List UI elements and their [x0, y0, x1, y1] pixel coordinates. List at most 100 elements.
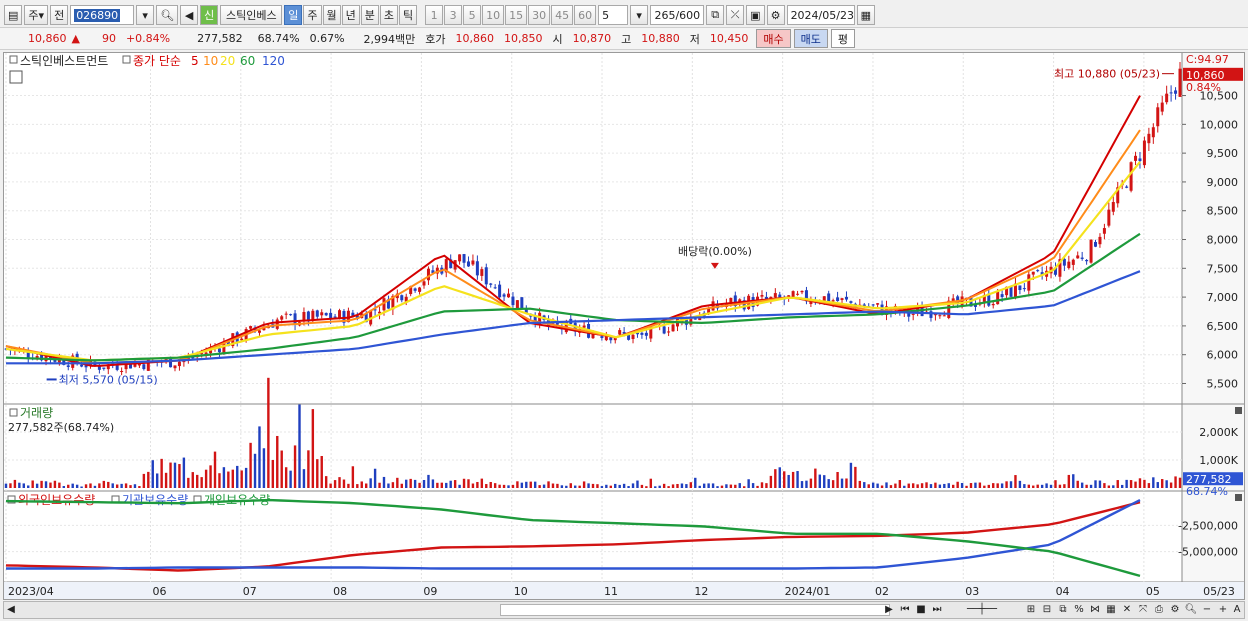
- candle-body: [493, 287, 497, 289]
- calendar-icon[interactable]: ▦: [856, 5, 875, 25]
- volume-bar: [969, 483, 973, 488]
- volume-bar: [129, 485, 132, 488]
- scroll-thumb[interactable]: [500, 604, 890, 616]
- volume-bar: [436, 482, 439, 488]
- x-axis-label: 02: [875, 585, 889, 598]
- volume-bar: [1098, 480, 1102, 488]
- count-dropdown-icon[interactable]: ▾: [630, 5, 649, 25]
- interval-button[interactable]: 60: [574, 5, 597, 25]
- volume-bar: [160, 458, 163, 488]
- candle-body: [631, 334, 635, 340]
- copy-icon[interactable]: ⧉: [1056, 603, 1070, 617]
- candle-body: [329, 312, 333, 319]
- split-h-icon[interactable]: ⋈: [1088, 603, 1102, 617]
- volume-value: 277,582: [197, 32, 243, 45]
- volume-bar: [1023, 484, 1026, 488]
- period-tab[interactable]: 월: [322, 5, 341, 25]
- range-field[interactable]: 265/600: [650, 5, 705, 25]
- prev-button[interactable]: 전: [50, 5, 69, 25]
- market-select[interactable]: 주 ▾: [24, 5, 49, 25]
- period-tab[interactable]: 년: [341, 5, 360, 25]
- draw-tool-icon[interactable]: ⤫: [726, 5, 745, 25]
- buy-button[interactable]: 매수: [756, 29, 791, 48]
- stock-code-input[interactable]: 026890: [70, 5, 135, 25]
- period-tab[interactable]: 틱: [399, 5, 418, 25]
- code-dropdown-icon[interactable]: ▾: [136, 5, 155, 25]
- volume-bar: [80, 486, 83, 488]
- save-icon[interactable]: ▣: [746, 5, 765, 25]
- sell-button[interactable]: 매도: [793, 29, 828, 48]
- grid-icon[interactable]: ▦: [1104, 603, 1118, 617]
- scroll-track[interactable]: [18, 604, 890, 616]
- interval-button[interactable]: 15: [505, 5, 528, 25]
- volume-bar: [996, 483, 999, 488]
- zoom-in-icon[interactable]: +: [1216, 603, 1230, 617]
- x-axis-label: 09: [423, 585, 437, 598]
- count-select[interactable]: 5: [598, 5, 629, 25]
- interval-button[interactable]: 10: [482, 5, 505, 25]
- period-tab[interactable]: 초: [379, 5, 399, 25]
- volume-bar: [920, 483, 924, 488]
- price-ratio-label: C:94.97: [1186, 53, 1229, 66]
- font-size-icon[interactable]: A: [1230, 603, 1244, 617]
- candle-settings-icon[interactable]: ⧉: [706, 5, 725, 25]
- candle-body: [475, 261, 479, 276]
- chart-type-icon[interactable]: ▤: [4, 5, 23, 25]
- volume-bar: [938, 484, 942, 488]
- sync-icon[interactable]: ⤧: [1136, 603, 1150, 617]
- print-icon[interactable]: ⎙: [1152, 603, 1166, 617]
- price-tick-label: 6,000: [1207, 349, 1239, 362]
- volume-bar: [209, 465, 212, 488]
- volume-bar: [422, 480, 426, 488]
- interval-button[interactable]: 1: [425, 5, 444, 25]
- candle-body: [320, 312, 324, 316]
- candle-body: [1094, 241, 1098, 247]
- volume-bar: [1009, 481, 1013, 488]
- zoom-icon[interactable]: 🔍︎: [1184, 603, 1198, 617]
- interval-button[interactable]: 45: [551, 5, 574, 25]
- last-volume-pct-label: 68.74%: [1186, 485, 1228, 498]
- percent-icon[interactable]: %: [1072, 603, 1086, 617]
- zoom-slider[interactable]: ──┼──: [952, 603, 1012, 617]
- candle-body: [142, 364, 146, 370]
- average-button[interactable]: 평: [830, 29, 856, 48]
- interval-button[interactable]: 3: [444, 5, 463, 25]
- gear-icon[interactable]: ⚙: [766, 5, 785, 25]
- split-icon[interactable]: ⊟: [1040, 603, 1054, 617]
- volume-bar: [289, 470, 292, 488]
- candle-body: [80, 364, 84, 367]
- settings-icon[interactable]: ⚙: [1168, 603, 1182, 617]
- scroll-right-icon[interactable]: ▶: [882, 603, 896, 617]
- volume-bar: [827, 479, 830, 488]
- candle-body: [1111, 202, 1115, 212]
- last-page-icon[interactable]: ⏭: [930, 603, 944, 617]
- scroll-left-icon[interactable]: ◀: [4, 603, 18, 617]
- candle-body: [480, 269, 484, 276]
- period-tab[interactable]: 주: [303, 5, 322, 25]
- search-icon[interactable]: 🔍︎: [156, 5, 179, 25]
- cross-icon[interactable]: ✕: [1120, 603, 1134, 617]
- candle-body: [293, 313, 297, 325]
- period-tab[interactable]: 일: [284, 5, 303, 25]
- layout-icon[interactable]: ⊞: [1024, 603, 1038, 617]
- chart-canvas[interactable]: 2023/04 06 07 08 09 10 11 12 2024/01 02 03 04 05 05/2…: [4, 53, 1244, 599]
- candle-body: [249, 326, 253, 329]
- period-tab[interactable]: 분: [360, 5, 379, 25]
- x-axis-label: 10: [514, 585, 528, 598]
- stop-icon[interactable]: ■: [914, 603, 928, 617]
- zoom-out-icon[interactable]: −: [1200, 603, 1214, 617]
- price-tick-label: 8,500: [1207, 205, 1239, 218]
- volume-bar: [1169, 482, 1173, 488]
- volume-bar: [391, 482, 395, 488]
- candle-body: [1138, 158, 1142, 161]
- date-field[interactable]: 2024/05/23: [786, 5, 855, 25]
- candle-body: [1080, 257, 1084, 259]
- interval-button[interactable]: 5: [463, 5, 482, 25]
- candle-body: [1098, 236, 1102, 245]
- interval-button[interactable]: 30: [528, 5, 551, 25]
- holdings-tick-label: -2,500,000: [1178, 519, 1238, 532]
- volume-tick-label: 2,000K: [1199, 426, 1238, 439]
- volume-bar: [485, 484, 488, 488]
- speaker-icon[interactable]: ◀: [180, 5, 199, 25]
- first-page-icon[interactable]: ⏮: [898, 603, 912, 617]
